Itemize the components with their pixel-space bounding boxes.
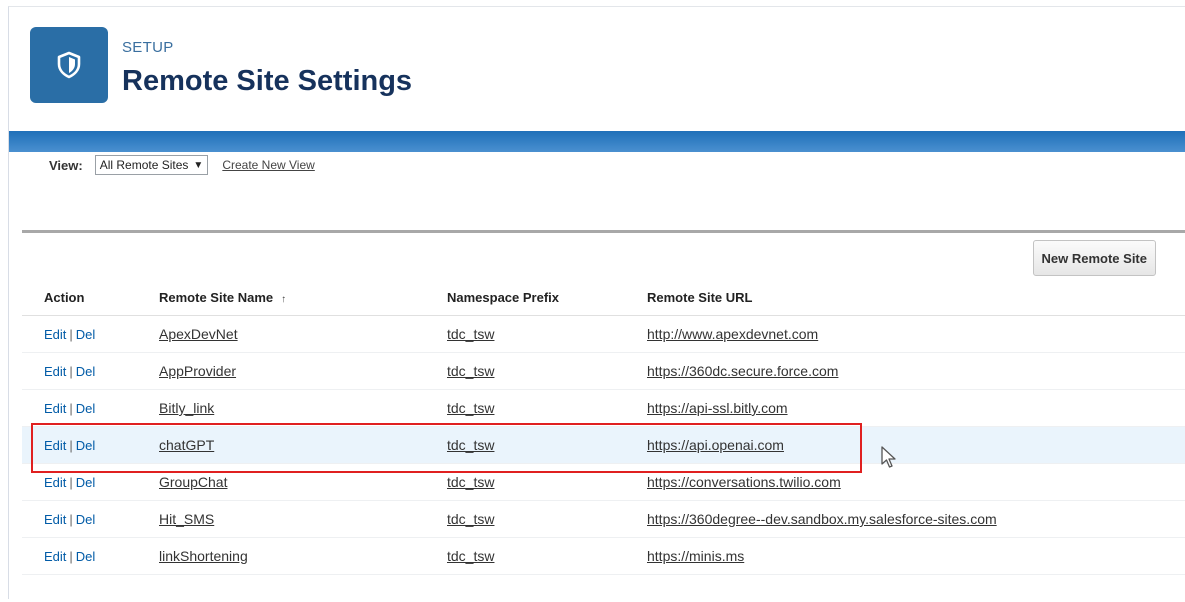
row-actions: Edit | Del xyxy=(22,352,159,390)
namespace-cell: tdc_tsw xyxy=(447,352,647,390)
action-separator: | xyxy=(69,475,73,490)
action-separator: | xyxy=(69,364,73,379)
highlight-annotation xyxy=(31,423,862,473)
action-separator: | xyxy=(69,401,73,416)
remote-site-url-cell: https://api-ssl.bitly.com xyxy=(647,389,1185,427)
remote-site-name-link[interactable]: Bitly_link xyxy=(159,400,214,416)
remote-site-name-cell: Hit_SMS xyxy=(159,500,447,538)
table-row: Edit | Del linkShortening tdc_tsw https://min… xyxy=(22,537,1185,575)
edit-link[interactable]: Edit xyxy=(44,327,66,342)
setup-logo xyxy=(30,27,108,103)
view-select-value: All Remote Sites xyxy=(99,158,189,172)
delete-link[interactable]: Del xyxy=(76,549,96,564)
header-accent-bar xyxy=(9,131,1185,152)
table-header-row: Action Remote Site Name ↑ Namespace Prefi… xyxy=(22,279,1185,316)
table-row: Edit | Del Bitly_link tdc_tsw https://api-ssl… xyxy=(22,389,1185,427)
column-header-name[interactable]: Remote Site Name ↑ xyxy=(159,279,447,316)
column-header-url[interactable]: Remote Site URL xyxy=(647,279,1185,316)
edit-link[interactable]: Edit xyxy=(44,549,66,564)
row-actions: Edit | Del xyxy=(22,500,159,538)
sort-ascending-icon: ↑ xyxy=(281,293,287,305)
remote-site-url-link[interactable]: https://360dc.secure.force.com xyxy=(647,363,838,379)
breadcrumb: SETUP xyxy=(122,39,174,56)
edit-link[interactable]: Edit xyxy=(44,512,66,527)
mouse-cursor-icon xyxy=(881,446,896,468)
remote-site-url-cell: http://www.apexdevnet.com xyxy=(647,315,1185,353)
namespace-link[interactable]: tdc_tsw xyxy=(447,400,494,416)
namespace-cell: tdc_tsw xyxy=(447,389,647,427)
remote-site-name-link[interactable]: AppProvider xyxy=(159,363,236,379)
edit-link[interactable]: Edit xyxy=(44,364,66,379)
table-row: Edit | Del Hit_SMS tdc_tsw https://360degree-… xyxy=(22,500,1185,538)
action-separator: | xyxy=(69,512,73,527)
namespace-cell: tdc_tsw xyxy=(447,537,647,575)
remote-site-url-cell: https://minis.ms xyxy=(647,537,1185,575)
view-select[interactable]: All Remote Sites ▼ xyxy=(94,155,209,175)
remote-site-url-link[interactable]: https://conversations.twilio.com xyxy=(647,474,841,490)
remote-site-url-link[interactable]: https://360degree--dev.sandbox.my.salesf… xyxy=(647,511,997,527)
table-row: Edit | Del ApexDevNet tdc_tsw http://www.apex… xyxy=(22,315,1185,353)
table-row: Edit | Del AppProvider tdc_tsw https://360dc.… xyxy=(22,352,1185,390)
row-actions: Edit | Del xyxy=(22,537,159,575)
create-new-view-link[interactable]: Create New View xyxy=(222,158,314,172)
view-label: View: xyxy=(49,157,83,173)
remote-site-url-link[interactable]: https://minis.ms xyxy=(647,548,744,564)
namespace-cell: tdc_tsw xyxy=(447,500,647,538)
remote-site-name-cell: AppProvider xyxy=(159,352,447,390)
remote-site-url-link[interactable]: https://api-ssl.bitly.com xyxy=(647,400,788,416)
page-header: SETUP Remote Site Settings xyxy=(9,7,1185,132)
chevron-down-icon: ▼ xyxy=(193,159,204,171)
shield-icon xyxy=(57,51,81,79)
namespace-link[interactable]: tdc_tsw xyxy=(447,363,494,379)
remote-sites-list: New Remote Site Action Remote Site Name ↑… xyxy=(22,230,1185,602)
row-actions: Edit | Del xyxy=(22,389,159,427)
namespace-link[interactable]: tdc_tsw xyxy=(447,511,494,527)
remote-site-name-link[interactable]: GroupChat xyxy=(159,474,227,490)
column-header-action: Action xyxy=(22,279,159,316)
row-actions: Edit | Del xyxy=(22,315,159,353)
remote-site-name-cell: linkShortening xyxy=(159,537,447,575)
namespace-link[interactable]: tdc_tsw xyxy=(447,548,494,564)
delete-link[interactable]: Del xyxy=(76,475,96,490)
column-header-namespace[interactable]: Namespace Prefix xyxy=(447,279,647,316)
remote-site-name-link[interactable]: Hit_SMS xyxy=(159,511,214,527)
namespace-cell: tdc_tsw xyxy=(447,315,647,353)
action-separator: | xyxy=(69,549,73,564)
page-title: Remote Site Settings xyxy=(122,65,413,97)
remote-site-name-cell: ApexDevNet xyxy=(159,315,447,353)
action-separator: | xyxy=(69,327,73,342)
column-header-name-label: Remote Site Name xyxy=(159,289,274,305)
new-remote-site-button[interactable]: New Remote Site xyxy=(1032,240,1156,276)
remote-site-url-cell: https://360degree--dev.sandbox.my.salesf… xyxy=(647,500,1185,538)
delete-link[interactable]: Del xyxy=(76,364,96,379)
view-filter: View: All Remote Sites ▼ Create New View xyxy=(49,155,315,175)
edit-link[interactable]: Edit xyxy=(44,401,66,416)
delete-link[interactable]: Del xyxy=(76,512,96,527)
setup-page: SETUP Remote Site Settings View: All Rem… xyxy=(8,6,1185,602)
remote-site-url-cell: https://360dc.secure.force.com xyxy=(647,352,1185,390)
namespace-link[interactable]: tdc_tsw xyxy=(447,326,494,342)
remote-site-url-link[interactable]: http://www.apexdevnet.com xyxy=(647,326,818,342)
remote-site-name-link[interactable]: ApexDevNet xyxy=(159,326,238,342)
remote-site-name-link[interactable]: linkShortening xyxy=(159,548,248,564)
delete-link[interactable]: Del xyxy=(76,401,96,416)
remote-site-name-cell: Bitly_link xyxy=(159,389,447,427)
namespace-link[interactable]: tdc_tsw xyxy=(447,474,494,490)
delete-link[interactable]: Del xyxy=(76,327,96,342)
edit-link[interactable]: Edit xyxy=(44,475,66,490)
